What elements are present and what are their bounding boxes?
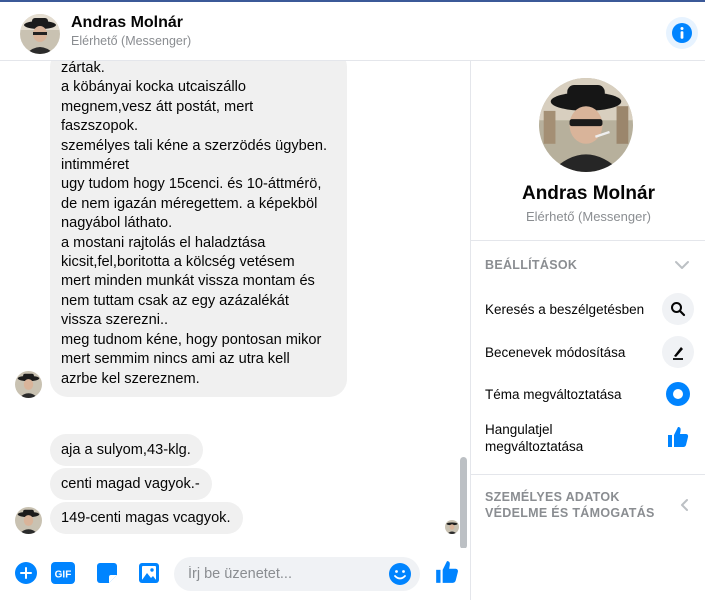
message-line: nagyábol láthato. bbox=[61, 215, 173, 232]
message-line: a mostani rajtolás el haladztása bbox=[61, 234, 266, 251]
more-actions-button[interactable] bbox=[13, 560, 39, 586]
privacy-section-title-line1[interactable]: SZEMÉLYES ADATOK bbox=[485, 489, 620, 505]
message-line: faszszopok. bbox=[61, 118, 139, 135]
message-line: a köbányai kocka utcaiszállo bbox=[61, 79, 246, 96]
conversation-info-panel: Andras Molnár Elérhető (Messenger) BEÁLL… bbox=[470, 61, 705, 600]
search-icon bbox=[671, 302, 686, 317]
sticker-button[interactable] bbox=[94, 560, 120, 586]
panel-divider bbox=[471, 474, 705, 475]
chevron-left-icon[interactable] bbox=[679, 498, 689, 512]
contact-status: Elérhető (Messenger) bbox=[71, 34, 192, 48]
pencil-icon-button[interactable] bbox=[662, 336, 694, 368]
composer: GIF bbox=[0, 548, 470, 600]
theme-button[interactable] bbox=[662, 378, 694, 410]
row-label-line1: Hangulatjel bbox=[485, 422, 553, 437]
theme-dot-icon bbox=[666, 382, 690, 406]
search-icon-button[interactable] bbox=[662, 293, 694, 325]
seen-indicator-avatar bbox=[445, 520, 459, 534]
gif-button[interactable]: GIF bbox=[50, 560, 76, 586]
row-label: Téma megváltoztatása bbox=[485, 387, 622, 402]
row-label: Keresés a beszélgetésben bbox=[485, 302, 645, 317]
message-bubble: 149-centi magas vcagyok. bbox=[50, 502, 243, 534]
chat-scrollbar[interactable] bbox=[460, 457, 467, 548]
smiley-icon bbox=[389, 563, 411, 585]
panel-divider bbox=[471, 240, 705, 241]
message-line: nem tuttam csak az egy azázalékát bbox=[61, 292, 289, 309]
info-icon bbox=[672, 23, 692, 43]
chevron-down-icon[interactable] bbox=[674, 260, 690, 270]
message-line: intimméret bbox=[61, 157, 130, 174]
row-label-line2: megváltoztatása bbox=[485, 439, 584, 454]
thumbs-up-icon bbox=[436, 561, 458, 583]
like-button[interactable] bbox=[433, 558, 461, 586]
edit-nicknames-item[interactable]: Becenevek módosítása bbox=[471, 332, 705, 372]
search-in-conversation-item[interactable]: Keresés a beszélgetésben bbox=[471, 289, 705, 329]
privacy-section-title-line2[interactable]: VÉDELME ÉS TÁMOGATÁS bbox=[485, 505, 655, 521]
row-label: Becenevek módosítása bbox=[485, 345, 626, 360]
message-line: ugy tudom hogy 15cenci. és 10-áttmérö, bbox=[61, 176, 322, 193]
photo-button[interactable] bbox=[136, 560, 162, 586]
profile-name: Andras Molnár bbox=[521, 183, 656, 204]
plus-circle-icon bbox=[15, 562, 37, 584]
message-line: személyes tali kéne a szerzödés ügyben. bbox=[61, 137, 328, 154]
message-line: megnem,vesz átt postát, mert bbox=[61, 98, 254, 115]
message-input[interactable] bbox=[188, 557, 384, 591]
message-bubble-long: zártak. a köbányai kocka utcaiszállo megne… bbox=[50, 61, 347, 397]
message-line: vissza szerezni.. bbox=[61, 312, 169, 329]
conversation-header: Andras Molnár Elérhető (Messenger) bbox=[0, 2, 705, 61]
message-list[interactable]: zártak. a köbányai kocka utcaiszállo megne… bbox=[0, 61, 470, 548]
message-line: mert minden munkát vissza montam és bbox=[61, 273, 315, 290]
contact-name: Andras Molnár bbox=[71, 14, 184, 31]
message-line: zártak. bbox=[61, 61, 105, 76]
sender-avatar[interactable] bbox=[15, 371, 42, 398]
thumbs-up-icon bbox=[668, 427, 689, 447]
emoji-thumb-button[interactable] bbox=[662, 421, 694, 453]
image-icon bbox=[139, 563, 159, 583]
change-theme-item[interactable]: Téma megváltoztatása bbox=[471, 374, 705, 414]
message-line: meg tudnom kéne, hogy pontosan mikor bbox=[61, 331, 322, 348]
message-bubble: centi magad vagyok.- bbox=[50, 468, 212, 500]
change-emoji-item[interactable]: Hangulatjel megváltoztatása bbox=[471, 417, 705, 461]
settings-section-title[interactable]: BEÁLLÍTÁSOK bbox=[485, 257, 577, 273]
header-avatar[interactable] bbox=[20, 14, 60, 54]
sticker-icon bbox=[97, 563, 117, 583]
message-bubble: aja a sulyom,43-klg. bbox=[50, 434, 203, 466]
profile-avatar[interactable] bbox=[539, 78, 633, 172]
message-line: de nem igazán méregettem. a képekböl bbox=[61, 195, 318, 212]
message-input-container bbox=[174, 557, 420, 591]
message-line: kicsit,fel,boritotta a kölcség vetésem bbox=[61, 254, 295, 271]
message-line: azrbe kel szereznem. bbox=[61, 370, 200, 387]
gif-icon: GIF bbox=[51, 562, 75, 584]
profile-status: Elérhető (Messenger) bbox=[526, 209, 651, 224]
message-line: mert semmim nincs ami az utra kell bbox=[61, 351, 290, 368]
emoji-button[interactable] bbox=[388, 562, 412, 586]
svg-text:GIF: GIF bbox=[55, 570, 72, 581]
sender-avatar[interactable] bbox=[15, 507, 42, 534]
pencil-icon bbox=[673, 347, 683, 360]
info-button[interactable] bbox=[666, 17, 698, 49]
